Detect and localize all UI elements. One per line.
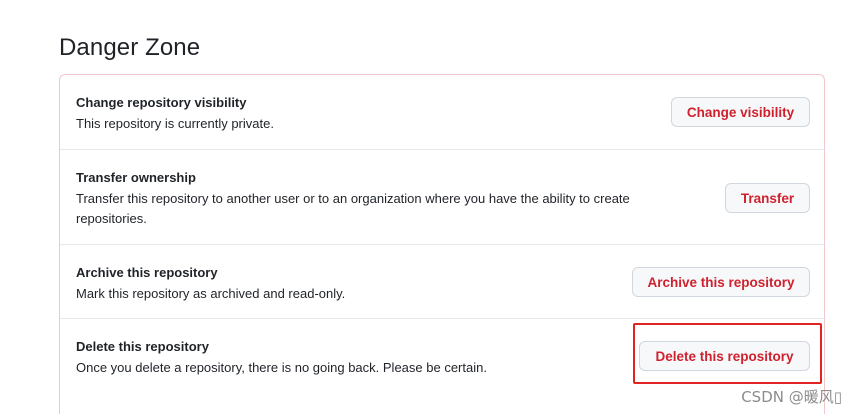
transfer-description-line2: repositories. (76, 211, 147, 226)
page-title: Danger Zone (59, 34, 201, 61)
delete-description: Once you delete a repository, there is n… (76, 360, 487, 375)
delete-title: Delete this repository (76, 339, 209, 354)
transfer-description-line1: Transfer this repository to another user… (76, 191, 630, 206)
transfer-title: Transfer ownership (76, 170, 196, 185)
danger-zone-page: Danger Zone Change repository visibility… (0, 0, 852, 416)
visibility-row: Change repository visibility This reposi… (60, 75, 826, 149)
visibility-title: Change repository visibility (76, 95, 247, 110)
watermark: CSDN @暖风▯ (741, 388, 842, 406)
change-visibility-button[interactable]: Change visibility (671, 97, 810, 127)
archive-description: Mark this repository as archived and rea… (76, 286, 346, 301)
transfer-row: Transfer ownership Transfer this reposit… (60, 149, 826, 244)
archive-repository-button[interactable]: Archive this repository (632, 267, 810, 297)
archive-row: Archive this repository Mark this reposi… (60, 244, 826, 318)
highlight-box (633, 323, 822, 384)
archive-title: Archive this repository (76, 265, 218, 280)
visibility-description: This repository is currently private. (76, 116, 274, 131)
transfer-button[interactable]: Transfer (725, 183, 810, 213)
